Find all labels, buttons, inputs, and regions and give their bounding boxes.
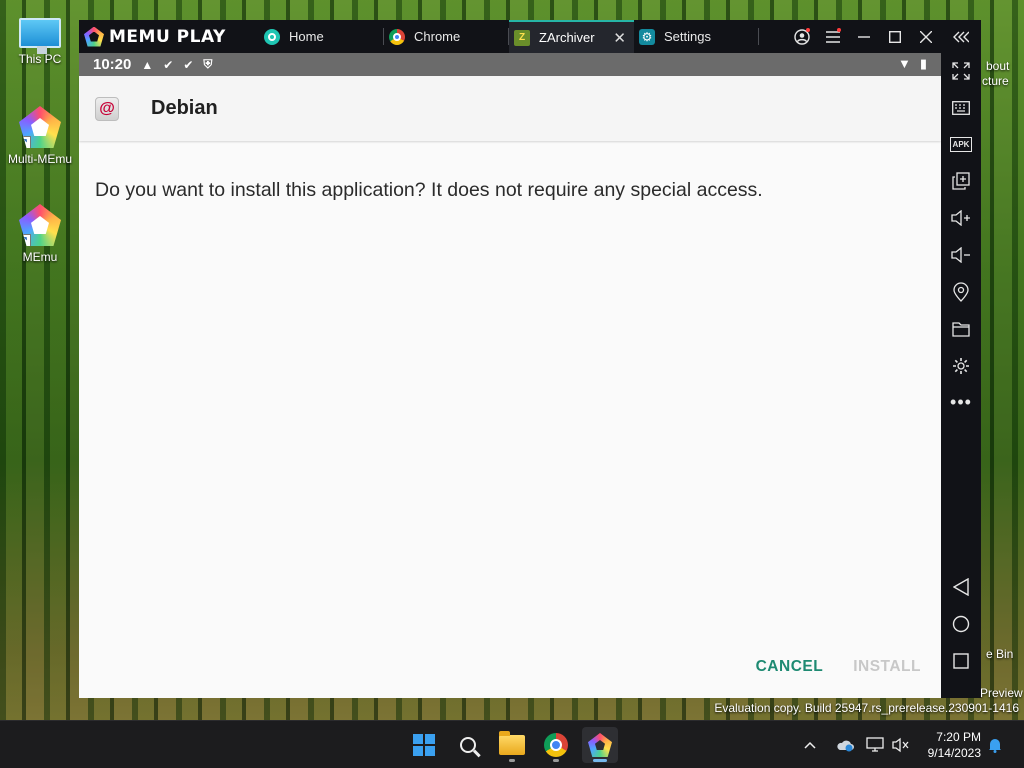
close-icon[interactable] <box>910 20 941 53</box>
desktop-icon-memu[interactable]: ↗ MEmu <box>0 204 80 264</box>
minimize-icon[interactable] <box>848 20 879 53</box>
folder-icon[interactable] <box>941 314 981 344</box>
memu-window: MEMU PLAY Home Chrome Z ZArchiver ✕ ⚙ Se… <box>79 20 981 698</box>
home-circle-icon[interactable] <box>941 609 981 639</box>
tab-home[interactable]: Home <box>259 20 384 53</box>
notification-a-icon: ▲ <box>141 57 154 72</box>
file-explorer-icon <box>499 731 525 755</box>
desktop-label-recycle-bin[interactable]: e Bin <box>986 647 1013 661</box>
account-icon[interactable] <box>786 20 817 53</box>
status-time: 10:20 <box>93 56 132 73</box>
brand-text: MEMU PLAY <box>109 26 226 47</box>
tab-label: Home <box>289 29 324 44</box>
fullscreen-icon[interactable] <box>941 56 981 86</box>
network-icon[interactable] <box>866 721 884 768</box>
search-button[interactable] <box>450 727 486 763</box>
status-bar: 10:20 ▲ ✔ ✔ ⛨ ▼ ▮ <box>79 53 941 76</box>
windows-logo-icon <box>413 734 435 756</box>
desktop-icon-label: Multi-MEmu <box>7 152 72 166</box>
desktop-icon-label: MEmu <box>22 250 58 264</box>
install-message: Do you want to install this application?… <box>95 179 763 201</box>
shield-icon: ⛨ <box>203 57 213 71</box>
desktop-icon-this-pc[interactable]: This PC <box>0 10 80 66</box>
volume-up-icon[interactable] <box>941 203 981 233</box>
tab-label: Chrome <box>414 29 461 44</box>
apk-label: APK <box>949 136 973 152</box>
install-button[interactable]: INSTALL <box>853 658 921 676</box>
evaluation-watermark: Evaluation copy. Build 25947.rs_prerelea… <box>714 701 1019 715</box>
desktop-label-about[interactable]: bout <box>986 59 1009 73</box>
show-hidden-icons[interactable] <box>804 721 816 768</box>
shortcut-arrow-icon: ↗ <box>19 234 31 246</box>
settings-icon: ⚙ <box>639 28 655 45</box>
desktop-icon-multi-memu[interactable]: ↗ Multi-MEmu <box>0 106 80 166</box>
debian-icon: @ <box>95 96 119 121</box>
tab-chrome[interactable]: Chrome <box>384 20 509 53</box>
windows-taskbar: 7:20 PM 9/14/2023 <box>0 720 1024 768</box>
chrome-icon <box>389 28 405 45</box>
maximize-icon[interactable] <box>879 20 910 53</box>
search-icon <box>460 737 476 753</box>
clock-date: 9/14/2023 <box>927 746 981 760</box>
tab-label: Settings <box>664 29 711 44</box>
check-icon: ✔ <box>183 57 194 72</box>
taskbar-clock[interactable]: 7:20 PM 9/14/2023 <box>928 729 981 761</box>
apk-icon[interactable]: APK <box>941 129 981 159</box>
location-icon[interactable] <box>941 277 981 307</box>
desktop-label-about-line2: cture <box>982 74 1009 88</box>
tab-zarchiver[interactable]: Z ZArchiver ✕ <box>509 20 634 53</box>
collapse-icon[interactable] <box>941 20 981 53</box>
tab-close-icon[interactable]: ✕ <box>613 29 626 47</box>
cancel-button[interactable]: CANCEL <box>756 658 824 676</box>
desktop-label-preview: Preview <box>980 686 1023 700</box>
volume-down-icon[interactable] <box>941 240 981 270</box>
check-icon: ✔ <box>163 57 174 72</box>
keyboard-icon[interactable] <box>941 93 981 123</box>
back-icon[interactable] <box>941 572 981 602</box>
start-button[interactable] <box>406 727 442 763</box>
notification-bell-icon[interactable] <box>988 721 1002 768</box>
settings-icon[interactable] <box>941 351 981 381</box>
android-screen: 10:20 ▲ ✔ ✔ ⛨ ▼ ▮ @ Debian Do you want t… <box>79 53 941 698</box>
onedrive-icon[interactable] <box>836 721 854 768</box>
home-icon <box>264 28 280 45</box>
dialog-actions: CANCEL INSTALL <box>756 658 921 676</box>
memu-icon: ↗ <box>19 204 61 246</box>
clock-time: 7:20 PM <box>936 730 981 744</box>
menu-icon[interactable] <box>817 20 848 53</box>
emulator-toolbar: APK ••• <box>941 53 981 698</box>
window-controls <box>786 20 981 53</box>
installer-header: @ Debian <box>79 76 941 141</box>
chrome-icon <box>544 733 568 757</box>
volume-muted-icon[interactable] <box>892 721 910 768</box>
multi-window-icon[interactable] <box>941 166 981 196</box>
desktop-icon-label: This PC <box>18 52 62 66</box>
file-explorer-button[interactable] <box>494 727 530 763</box>
memu-logo: MEMU PLAY <box>79 26 259 47</box>
multi-memu-icon: ↗ <box>19 106 61 148</box>
battery-icon: ▮ <box>919 56 927 71</box>
shortcut-arrow-icon: ↗ <box>19 136 31 148</box>
recents-icon[interactable] <box>941 646 981 676</box>
more-icon[interactable]: ••• <box>941 387 981 417</box>
tab-settings[interactable]: ⚙ Settings <box>634 20 759 53</box>
memu-logo-icon <box>84 26 104 47</box>
app-name: Debian <box>151 97 218 119</box>
tab-label: ZArchiver <box>539 30 595 45</box>
zarchiver-icon: Z <box>514 29 530 46</box>
monitor-icon <box>19 18 61 54</box>
chrome-taskbar-button[interactable] <box>538 727 574 763</box>
wifi-icon: ▼ <box>897 56 911 71</box>
memu-taskbar-button[interactable] <box>582 727 618 763</box>
title-bar: MEMU PLAY Home Chrome Z ZArchiver ✕ ⚙ Se… <box>79 20 981 53</box>
memu-icon <box>588 733 612 757</box>
